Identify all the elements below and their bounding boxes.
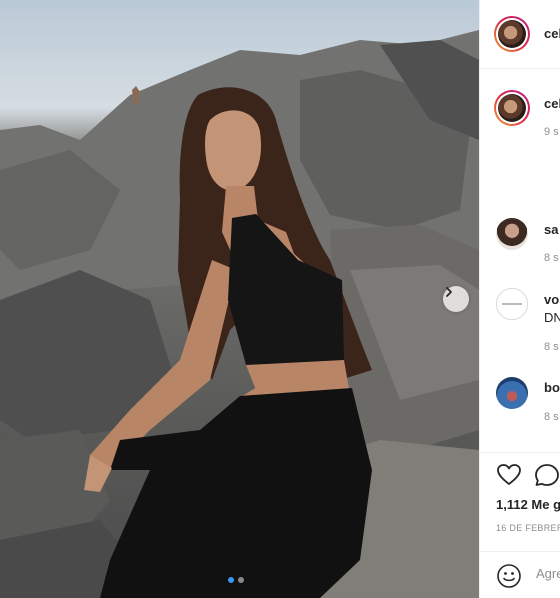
- caption-time[interactable]: 9 s: [544, 126, 559, 138]
- carousel-dot: [238, 577, 244, 583]
- comment-username[interactable]: vo: [544, 292, 559, 307]
- chevron-right-icon: [446, 287, 452, 297]
- like-button[interactable]: [496, 463, 522, 492]
- comment-avatar[interactable]: [496, 377, 528, 409]
- comment-avatar[interactable]: [496, 218, 528, 250]
- comment-button[interactable]: [534, 463, 560, 492]
- comment-time[interactable]: 8 s: [544, 341, 559, 353]
- comment-avatar[interactable]: [496, 288, 528, 320]
- likes-count[interactable]: 1,112 Me g: [496, 497, 560, 512]
- comment-username[interactable]: sa: [544, 222, 558, 237]
- heart-icon: [497, 464, 521, 485]
- post-photo[interactable]: [0, 0, 479, 598]
- caption-username[interactable]: cel: [544, 96, 560, 111]
- emoji-button[interactable]: [496, 563, 522, 594]
- carousel-indicator: [228, 577, 244, 583]
- author-avatar[interactable]: [494, 16, 530, 52]
- comment-username[interactable]: bo: [544, 380, 560, 395]
- comment-input[interactable]: [536, 566, 560, 581]
- caption-avatar[interactable]: [494, 90, 530, 126]
- brand-logo-icon: [502, 303, 522, 305]
- comment-time[interactable]: 8 s: [544, 411, 559, 423]
- smiley-icon: [497, 564, 521, 588]
- post-header: cel: [480, 0, 560, 69]
- comment-bubble-icon: [535, 464, 559, 486]
- carousel-dot-active: [228, 577, 234, 583]
- comment-text: DN: [544, 310, 560, 325]
- photo-illustration: [0, 30, 479, 598]
- add-comment-bar: [480, 551, 560, 598]
- comment-time[interactable]: 8 s: [544, 252, 559, 264]
- author-username[interactable]: cel: [544, 26, 560, 41]
- post-actions: 1,112 Me g 16 DE FEBRERO: [480, 452, 560, 598]
- post-date[interactable]: 16 DE FEBRERO: [496, 523, 560, 533]
- next-photo-button[interactable]: [443, 286, 469, 312]
- post-side-panel: cel cel 9 s sa 8 s vo DN 8 s bo 8 s 1,11…: [479, 0, 560, 598]
